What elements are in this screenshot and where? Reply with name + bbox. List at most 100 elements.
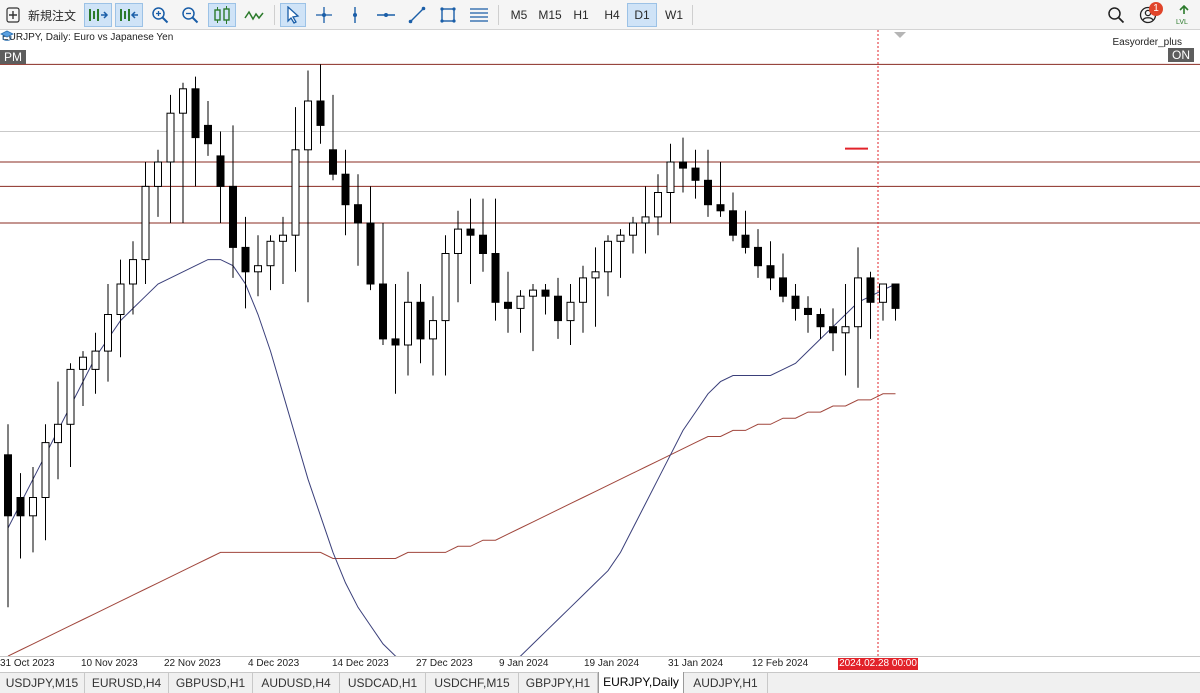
candlestick-icon [214, 6, 230, 24]
candle-body [529, 289, 537, 297]
trendline-icon [408, 6, 426, 24]
date-label: 9 Jan 2024 [499, 658, 549, 669]
tab-usdjpy-m15[interactable]: USDJPY,M15 [0, 673, 85, 693]
candle-body [566, 301, 575, 322]
timeframe-m15[interactable]: M15 [534, 3, 566, 27]
svg-text:LVL: LVL [1176, 19, 1188, 25]
candle-body [329, 149, 337, 175]
date-label: 4 Dec 2023 [248, 658, 300, 669]
candle-body [754, 246, 762, 267]
cursor-arrow-icon [287, 6, 300, 24]
candle-body [4, 454, 12, 517]
tab-gbpusd-h1[interactable]: GBPUSD,H1 [169, 673, 253, 693]
cursor-time-label: 2024.02.28 00:00 [838, 658, 918, 670]
zoom-out-button[interactable] [178, 3, 202, 27]
vertical-line-icon [353, 7, 357, 23]
date-label: 10 Nov 2023 [81, 658, 138, 669]
toolbar-separator [692, 5, 693, 25]
date-label: 14 Dec 2023 [332, 658, 389, 669]
candle-body [729, 210, 737, 236]
date-label: 31 Jan 2024 [668, 658, 724, 669]
timeframe-w1[interactable]: W1 [659, 3, 689, 27]
candle-body [41, 442, 50, 499]
new-order-icon [6, 7, 20, 23]
crosshair-button[interactable] [311, 3, 337, 27]
candle-body [454, 228, 462, 255]
candle-body [766, 265, 775, 279]
candle-body [604, 240, 612, 273]
zoom-out-icon [182, 7, 199, 24]
candle-body [129, 259, 137, 285]
on-label[interactable]: ON [1168, 48, 1194, 62]
symbol-description: Euro vs Japanese Yen [73, 32, 174, 43]
timeframe-h1[interactable]: H1 [566, 3, 596, 27]
rectangle-button[interactable] [435, 3, 461, 27]
candle-body [141, 185, 150, 261]
tab-audusd-h4[interactable]: AUDUSD,H4 [253, 673, 340, 693]
tab-usdchf-m15[interactable]: USDCHF,M15 [426, 673, 519, 693]
candle-body [466, 228, 475, 236]
candle-body [779, 277, 787, 297]
candle-body [441, 253, 450, 322]
pm-label[interactable]: PM [0, 50, 26, 64]
timeframe-d1[interactable]: D1 [627, 3, 657, 27]
date-label: 19 Jan 2024 [584, 658, 640, 669]
candle-body [79, 356, 87, 370]
time-axis: 31 Oct 2023 10 Nov 2023 22 Nov 2023 4 De… [0, 656, 1200, 672]
chart-shift-button[interactable] [84, 3, 112, 27]
candle-body [629, 222, 637, 236]
candle-body [29, 497, 37, 517]
search-button[interactable] [1104, 3, 1128, 27]
fibonacci-button[interactable] [466, 3, 492, 27]
moving-average-long [7, 393, 896, 656]
candle-body [229, 185, 237, 248]
candle-body [91, 350, 100, 370]
tab-eurusd-h4[interactable]: EURUSD,H4 [85, 673, 169, 693]
candle-body [66, 368, 75, 425]
chart-shift-marker [894, 32, 906, 38]
autoscroll-button[interactable] [115, 3, 143, 27]
new-order-label: 新規注文 [28, 8, 77, 23]
candle-body [841, 326, 850, 334]
timeframe-h4[interactable]: H4 [597, 3, 627, 27]
date-label: 27 Dec 2023 [416, 658, 473, 669]
candle-body [241, 246, 250, 273]
candle-body [554, 295, 562, 322]
toolbar-separator [498, 5, 499, 25]
tab-usdcad-h1[interactable]: USDCAD,H1 [340, 673, 426, 693]
line-chart-button[interactable] [241, 3, 267, 27]
tab-gbpjpy-h1[interactable]: GBPJPY,H1 [519, 673, 598, 693]
candle-body [216, 155, 225, 187]
zoom-in-button[interactable] [148, 3, 172, 27]
candle-body [741, 234, 750, 248]
candle-body [116, 283, 125, 315]
rectangle-icon [440, 7, 456, 23]
candle-body [341, 173, 350, 206]
candle-body [54, 423, 62, 444]
horizontal-line-button[interactable] [373, 3, 399, 27]
candle-body [691, 167, 700, 181]
candle-body [829, 326, 837, 334]
trendline-button[interactable] [404, 3, 430, 27]
candle-body [254, 265, 262, 273]
tab-eurjpy-daily[interactable]: EURJPY,Daily [598, 672, 684, 693]
candles-button[interactable] [208, 3, 236, 27]
candle-body [679, 161, 687, 169]
crosshair-icon [316, 7, 332, 23]
candle-body [654, 192, 662, 218]
trading-button[interactable]: LVL [1172, 3, 1196, 27]
candle-body [591, 271, 600, 279]
price-chart [0, 30, 1200, 656]
candle-body [504, 301, 512, 309]
timeframe-m5[interactable]: M5 [504, 3, 534, 27]
chart-title: EURJPY, Daily: Euro vs Japanese Yen [2, 32, 176, 43]
candle-body [616, 234, 625, 242]
cursor-button[interactable] [280, 3, 306, 27]
vertical-line-button[interactable] [343, 3, 367, 27]
chart-shift-icon [89, 9, 109, 21]
candle-body [804, 307, 812, 315]
new-order-button[interactable]: 新規注文 [4, 3, 88, 27]
candle-body [179, 88, 187, 114]
tab-audjpy-h1[interactable]: AUDJPY,H1 [684, 673, 768, 693]
chart-area[interactable]: EURJPY, Daily: Euro vs Japanese Yen PM Ea… [0, 30, 1200, 656]
